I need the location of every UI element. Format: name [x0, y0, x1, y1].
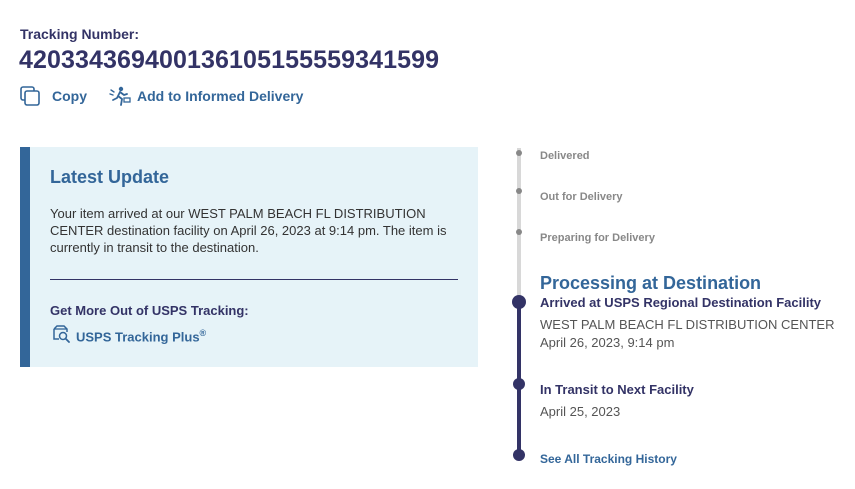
- tracking-timeline: Delivered Out for Delivery Preparing for…: [500, 140, 855, 480]
- timeline-dot-out-for-delivery: [516, 188, 522, 194]
- latest-update-panel: Latest Update Your item arrived at our W…: [20, 147, 478, 367]
- informed-delivery-icon: [109, 86, 131, 106]
- timeline-dot-current: [512, 295, 526, 309]
- tracking-label: Tracking Number:: [20, 26, 140, 42]
- event-date: April 25, 2023: [540, 404, 621, 419]
- copy-label: Copy: [52, 88, 87, 104]
- latest-update-title: Latest Update: [50, 167, 170, 187]
- registered-mark: ®: [199, 328, 207, 339]
- event-title: In Transit to Next Facility: [540, 382, 694, 397]
- latest-update-text: Your item arrived at our WEST PALM BEACH…: [50, 206, 447, 255]
- see-all-history-link[interactable]: See All Tracking History: [540, 452, 677, 466]
- timeline-dot-delivered: [516, 150, 522, 156]
- event-date: April 26, 2023, 9:14 pm: [540, 335, 675, 350]
- informed-delivery-label: Add to Informed Delivery: [137, 88, 304, 104]
- event-title: Arrived at USPS Regional Destination Fac…: [540, 295, 822, 310]
- more-tracking-title: Get More Out of USPS Tracking:: [50, 303, 249, 318]
- tracking-actions: Copy Add to Informed Delivery: [20, 86, 303, 106]
- timeline-dot-in-transit: [513, 378, 525, 390]
- timeline-dot-preparing: [516, 229, 522, 235]
- tracking-plus-icon: [52, 325, 70, 348]
- event-location: WEST PALM BEACH FL DISTRIBUTION CENTER: [540, 317, 835, 332]
- current-stage-title: Processing at Destination: [540, 273, 762, 293]
- tracking-number: 420334369400136105155559341599: [19, 46, 440, 74]
- divider: [50, 279, 458, 280]
- tracking-plus-label: USPS Tracking Plus®: [76, 328, 207, 345]
- copy-icon: [20, 86, 40, 106]
- timeline-dot-history: [513, 449, 525, 461]
- step-delivered: Delivered: [540, 150, 590, 162]
- step-preparing-for-delivery: Preparing for Delivery: [540, 232, 655, 244]
- add-informed-delivery-button[interactable]: Add to Informed Delivery: [109, 86, 303, 106]
- step-out-for-delivery: Out for Delivery: [540, 191, 623, 203]
- copy-button[interactable]: Copy: [20, 86, 87, 106]
- tracking-plus-link[interactable]: USPS Tracking Plus®: [52, 325, 206, 348]
- timeline-track-upcoming: [517, 148, 521, 302]
